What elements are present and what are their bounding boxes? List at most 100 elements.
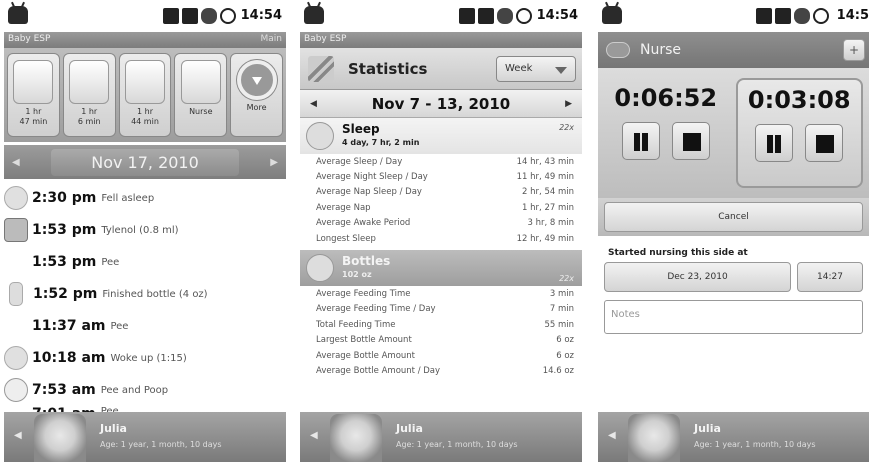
stat-row: Longest Sleep 12 hr, 49 min	[316, 231, 574, 246]
stat-value: 14 hr, 43 min	[516, 156, 574, 167]
screen-statistics: 14:54 Baby ESP Statistics Week ◀ Nov 7 -…	[300, 0, 582, 462]
prev-profile-arrow-icon[interactable]: ◀	[608, 430, 616, 441]
timer-value: 0:03:08	[747, 86, 851, 114]
stat-value: 7 min	[549, 304, 574, 315]
diaper-button[interactable]: 1 hr 6 min	[62, 53, 116, 137]
nursing-timers: 0:06:52 0:03:08	[598, 68, 869, 198]
event-time: 11:37 am	[32, 318, 106, 334]
list-item[interactable]: 1:52 pm Finished bottle (4 oz)	[4, 278, 286, 310]
period-select[interactable]: Week	[496, 56, 576, 82]
status-icons	[459, 8, 532, 24]
range-navigator: ◀ Nov 7 - 13, 2010 ▶	[300, 90, 582, 118]
pause-button[interactable]	[621, 122, 660, 160]
more-button[interactable]: More	[230, 53, 283, 137]
profile-bar[interactable]: ◀ Julia Age: 1 year, 1 month, 10 days	[300, 412, 582, 462]
list-item[interactable]: 11:37 am Pee	[4, 310, 286, 342]
android-icon	[8, 6, 28, 24]
android-icon	[304, 6, 324, 24]
right-side-timer[interactable]: 0:03:08	[735, 78, 863, 188]
sleep-button[interactable]: 1 hr 44 min	[118, 53, 172, 137]
bottle-button[interactable]: 1 hr 47 min	[7, 53, 60, 137]
sleep-stats: Average Sleep / Day 14 hr, 43 min Average…	[300, 154, 582, 246]
event-desc: Pee and Poop	[100, 384, 169, 396]
pause-button[interactable]	[755, 124, 794, 162]
profile-bar[interactable]: ◀ Julia Age: 1 year, 1 month, 10 days	[4, 412, 286, 462]
event-desc: Finished bottle (4 oz)	[102, 288, 208, 300]
next-day-arrow-icon[interactable]: ▶	[270, 157, 278, 168]
list-item[interactable]: 10:18 am Woke up (1:15)	[4, 342, 286, 374]
cancel-button[interactable]: Cancel	[604, 202, 863, 232]
more-label: More	[246, 103, 267, 112]
stat-label: Average Night Sleep / Day	[316, 172, 428, 183]
cancel-bar: Cancel	[598, 198, 869, 236]
diaper-icon	[4, 378, 28, 402]
stat-label: Average Nap	[316, 202, 371, 213]
timer-value: 0:06:52	[614, 84, 718, 112]
event-desc: Fell asleep	[101, 192, 155, 204]
stat-value: 11 hr, 49 min	[516, 172, 574, 183]
status-bar: 14:54	[4, 0, 286, 32]
stat-row: Average Bottle Amount 6 oz	[316, 348, 574, 363]
screen-nurse: 14:5 Nurse + 0:06:52 0:03:08 Cancel Star…	[598, 0, 869, 462]
page-title: Nurse	[640, 42, 682, 58]
chevron-down-icon	[555, 67, 567, 74]
avatar	[628, 414, 680, 462]
stat-label: Average Bottle Amount	[316, 350, 415, 361]
status-bar: 14:54	[300, 0, 582, 32]
list-item[interactable]: 7:53 am Pee and Poop	[4, 374, 286, 406]
list-item[interactable]: 1:53 pm Pee	[4, 246, 286, 278]
status-icons	[163, 8, 236, 24]
page-title: Statistics	[348, 59, 428, 78]
status-time: 14:54	[536, 8, 578, 23]
event-time: 10:18 am	[32, 350, 106, 366]
stat-label: Total Feeding Time	[316, 319, 396, 330]
prev-range-arrow-icon[interactable]: ◀	[310, 99, 317, 109]
sd-card-icon	[756, 8, 772, 24]
signal-icon	[775, 8, 791, 24]
stat-value: 3 min	[549, 289, 574, 300]
left-side-timer[interactable]: 0:06:52	[604, 78, 728, 188]
bottles-stats: Average Feeding Time 3 min Average Feedin…	[300, 286, 582, 378]
event-desc: Pee	[110, 320, 129, 332]
prev-profile-arrow-icon[interactable]: ◀	[14, 430, 22, 441]
profile-bar[interactable]: ◀ Julia Age: 1 year, 1 month, 10 days	[598, 412, 869, 462]
section-title: Sleep	[342, 122, 380, 136]
app-title-bar: Baby ESP	[300, 32, 582, 48]
stop-button[interactable]	[805, 124, 844, 162]
stat-value: 14.6 oz	[542, 365, 574, 376]
sleep-elapsed: 1 hr 44 min	[131, 107, 159, 126]
stat-label: Average Bottle Amount / Day	[316, 365, 441, 376]
stop-button[interactable]	[671, 122, 710, 160]
profile-name: Julia	[100, 422, 127, 435]
stat-label: Average Sleep / Day	[316, 156, 403, 167]
start-date-button[interactable]: Dec 23, 2010	[604, 262, 791, 292]
app-title-bar: Baby ESP Main	[4, 32, 286, 48]
list-item[interactable]: 1:53 pm Tylenol (0.8 ml)	[4, 214, 286, 246]
prev-profile-arrow-icon[interactable]: ◀	[310, 430, 318, 441]
diaper-icon	[69, 60, 110, 104]
statistics-icon	[308, 55, 334, 82]
close-button[interactable]: +	[843, 39, 865, 61]
profile-name: Julia	[694, 422, 721, 435]
avatar	[34, 414, 86, 462]
current-date[interactable]: Nov 17, 2010	[51, 148, 239, 176]
nurse-button[interactable]: Nurse	[174, 53, 228, 137]
alarm-icon	[220, 8, 236, 24]
signal-icon	[182, 8, 198, 24]
stat-label: Average Awake Period	[316, 218, 411, 229]
screen-timeline: 14:54 Baby ESP Main 1 hr 47 min 1 hr 6 m…	[4, 0, 286, 462]
start-time-button[interactable]: 14:27	[797, 262, 863, 292]
app-menu-label[interactable]: Main	[261, 34, 283, 44]
stat-row: Average Feeding Time 3 min	[316, 286, 574, 301]
sd-card-icon	[459, 8, 475, 24]
section-count: 22x	[559, 123, 574, 132]
stat-row: Largest Bottle Amount 6 oz	[316, 333, 574, 348]
android-icon	[602, 6, 622, 24]
app-title: Baby ESP	[304, 34, 347, 44]
bottle-icon	[9, 282, 23, 306]
notes-field[interactable]: Notes	[604, 300, 863, 334]
next-range-arrow-icon[interactable]: ▶	[565, 99, 572, 109]
list-item[interactable]: 2:30 pm Fell asleep	[4, 182, 286, 214]
prev-day-arrow-icon[interactable]: ◀	[12, 157, 20, 168]
stat-value: 6 oz	[556, 350, 574, 361]
